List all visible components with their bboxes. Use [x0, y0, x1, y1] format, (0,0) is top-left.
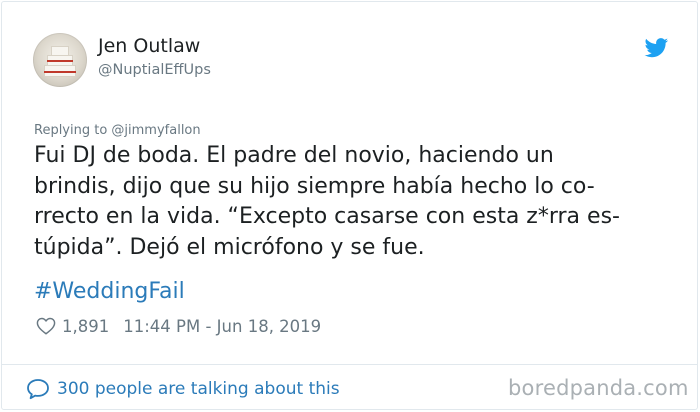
speech-bubble-icon	[27, 379, 49, 400]
watermark: boredpanda.com	[508, 376, 689, 400]
hashtag-link[interactable]: #WeddingFail	[34, 279, 185, 304]
tweet-text-line: Fui DJ de boda. El padre del novio, haci…	[34, 143, 554, 168]
cake-ribbon	[47, 60, 73, 62]
tweet-meta: 1,891 11:44 PM - Jun 18, 2019	[36, 314, 321, 338]
tweet-text: Fui DJ de boda. El padre del novio, haci…	[34, 141, 654, 263]
heart-icon[interactable]	[36, 317, 56, 335]
author-handle[interactable]: @NuptialEffUps	[98, 62, 211, 78]
author-display-name[interactable]: Jen Outlaw	[98, 35, 200, 57]
cake-ribbon	[44, 71, 76, 73]
replying-to[interactable]: Replying to @jimmyfallon	[34, 123, 201, 138]
tweet-text-line: brindis, dijo que su hijo siempre había …	[34, 173, 595, 199]
tweet-text-line: túpida”. Dejó el micrófono y se fue.	[34, 234, 425, 260]
twitter-bird-icon[interactable]	[644, 38, 669, 58]
conversation-link[interactable]: 300 people are talking about this	[26, 375, 340, 403]
timestamp[interactable]: 11:44 PM - Jun 18, 2019	[123, 317, 321, 336]
conversation-label: 300 people are talking about this	[57, 379, 340, 399]
avatar[interactable]	[33, 33, 87, 87]
like-count[interactable]: 1,891	[62, 317, 109, 336]
tweet-text-line: rrecto en la vida. “Excepto casarse con …	[34, 204, 620, 229]
divider	[2, 364, 697, 365]
tweet-card: Jen Outlaw @NuptialEffUps Replying to @j…	[1, 1, 698, 410]
